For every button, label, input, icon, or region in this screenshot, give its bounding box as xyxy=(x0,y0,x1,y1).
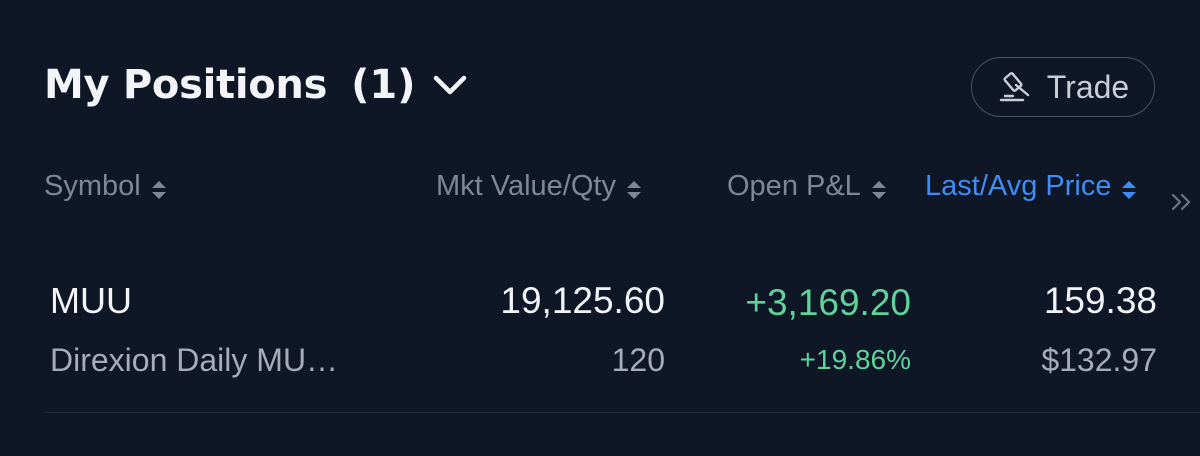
chevron-down-icon[interactable] xyxy=(430,70,470,100)
positions-panel: My Positions (1) Trade Symbol Mkt Value/… xyxy=(0,0,1200,456)
position-avg-price: $132.97 xyxy=(1041,342,1157,378)
position-open-pnl: +3,169.20 xyxy=(745,282,911,323)
page-title: My Positions xyxy=(44,62,328,108)
sort-icon xyxy=(151,176,167,199)
trade-button-label: Trade xyxy=(1046,68,1130,105)
position-last-price: 159.38 xyxy=(1043,280,1157,321)
column-header-mkt-value-qty[interactable]: Mkt Value/Qty xyxy=(436,170,642,203)
position-market-value: 19,125.60 xyxy=(500,280,665,321)
column-header-open-pnl[interactable]: Open P&L xyxy=(727,170,887,203)
column-header-label: Symbol xyxy=(44,170,141,202)
column-header-label: Last/Avg Price xyxy=(925,170,1112,202)
column-header-label: Open P&L xyxy=(727,170,861,202)
column-header-symbol[interactable]: Symbol xyxy=(44,170,167,203)
table-row[interactable]: MUU Direxion Daily MU… 19,125.60 120 +3,… xyxy=(44,268,1200,413)
positions-count: (1) xyxy=(351,62,416,108)
trade-button[interactable]: Trade xyxy=(971,57,1155,117)
sort-active-icon xyxy=(1121,176,1137,199)
double-chevron-right-icon[interactable] xyxy=(1168,188,1196,216)
position-quantity: 120 xyxy=(611,342,665,378)
positions-title-toggle[interactable]: My Positions (1) xyxy=(44,62,470,108)
sort-icon xyxy=(626,176,642,199)
column-header-label: Mkt Value/Qty xyxy=(436,170,616,202)
position-name: Direxion Daily MU… xyxy=(50,342,339,378)
position-symbol: MUU xyxy=(50,280,132,321)
sort-icon xyxy=(871,176,887,199)
gavel-icon xyxy=(997,71,1037,103)
position-open-pnl-percent: +19.86% xyxy=(799,344,911,375)
column-header-last-avg-price[interactable]: Last/Avg Price xyxy=(925,170,1137,203)
